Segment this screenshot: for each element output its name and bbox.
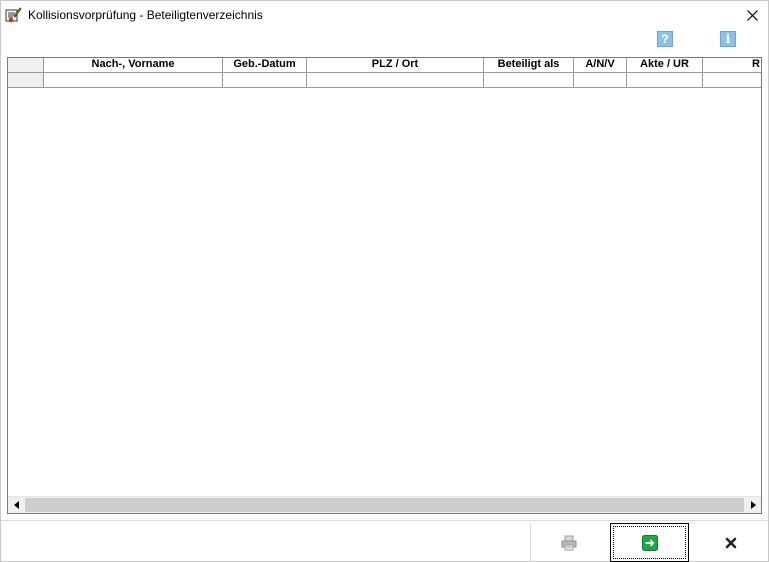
- print-button[interactable]: [530, 523, 606, 562]
- horizontal-scrollbar[interactable]: [8, 496, 761, 513]
- row-header[interactable]: [8, 73, 44, 88]
- green-arrow-icon: [641, 534, 658, 551]
- printer-icon: [561, 535, 576, 550]
- arrow-left-icon: [13, 501, 19, 509]
- scroll-right-button[interactable]: [744, 497, 761, 513]
- cell-anv[interactable]: [574, 73, 627, 88]
- column-header-anv[interactable]: A/N/V: [574, 58, 627, 73]
- cell-file[interactable]: [627, 73, 703, 88]
- scroll-left-button[interactable]: [8, 497, 25, 513]
- window-title: Kollisionsvorprüfung - Beteiligtenverzei…: [28, 8, 263, 22]
- column-header-role[interactable]: Beteiligt als: [484, 58, 574, 73]
- column-header-name[interactable]: Nach-, Vorname: [44, 58, 223, 73]
- column-header-more[interactable]: R: [703, 58, 761, 73]
- info-button[interactable]: i: [720, 31, 736, 47]
- close-icon: [747, 9, 758, 21]
- participants-grid[interactable]: Nach-, Vorname Geb.-Datum PLZ / Ort Bete…: [7, 57, 762, 514]
- grid-corner: [8, 58, 44, 73]
- cell-birthdate[interactable]: [223, 73, 307, 88]
- cell-role[interactable]: [484, 73, 574, 88]
- scrollbar-thumb[interactable]: [25, 498, 744, 512]
- window-close-button[interactable]: [737, 1, 768, 29]
- footer-divider: [1, 520, 768, 521]
- column-header-location[interactable]: PLZ / Ort: [307, 58, 484, 73]
- close-icon: [725, 537, 736, 548]
- dialog-window: Kollisionsvorprüfung - Beteiligtenverzei…: [0, 0, 769, 562]
- help-button[interactable]: ?: [657, 31, 673, 47]
- grid-header: Nach-, Vorname Geb.-Datum PLZ / Ort Bete…: [8, 58, 761, 73]
- app-icon: [5, 7, 22, 23]
- cell-location[interactable]: [307, 73, 484, 88]
- cell-more[interactable]: [703, 73, 761, 88]
- title-bar: Kollisionsvorprüfung - Beteiligtenverzei…: [1, 1, 768, 29]
- cell-name[interactable]: [44, 73, 223, 88]
- column-header-file[interactable]: Akte / UR: [627, 58, 703, 73]
- cancel-button[interactable]: [693, 523, 768, 562]
- column-header-birthdate[interactable]: Geb.-Datum: [223, 58, 307, 73]
- ok-button[interactable]: [610, 523, 689, 562]
- table-row[interactable]: [8, 73, 761, 88]
- arrow-right-icon: [750, 501, 756, 509]
